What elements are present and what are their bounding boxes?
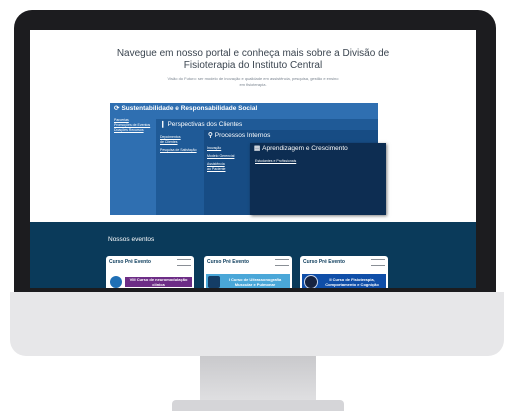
link-inovacao[interactable]: Inovação [207,146,234,151]
sustentabilidade-links: Parcerias Promoções de Eventos Doações R… [114,118,150,133]
institute-logo-icon [275,258,289,266]
panel-clientes-title: Perspectivas dos Clientes [167,121,243,128]
event-card[interactable]: Curso Pré Evento II Curso de Fisioterapi… [300,256,388,288]
link-estudantes-profissionais[interactable]: Estudantes e Profissionais [255,159,296,164]
panel-aprendizagem: ▤ Aprendizagem e Crescimento Estudantes e… [250,143,386,215]
clientes-links: Depoimentos de Clientes Pesquisa de Sati… [160,135,197,153]
link-de-clientes[interactable]: de Clientes [160,140,197,145]
event-card-header: Curso Pré Evento [300,256,388,268]
monitor-stand [200,356,316,404]
event-logo-icon [304,275,318,288]
processos-links: Inovação Modelo Gerencial Assistência ao… [207,146,234,172]
event-card-title: Curso Pré Evento [303,259,345,265]
event-banner: II Curso de Fisioterapia, Comportamento … [302,274,386,288]
vision-statement: Visão do Futuro: ser modelo de inovação … [130,76,376,88]
institute-logo-icon [371,258,385,266]
page-title-line-2: Fisioterapia do Instituto Central [183,60,323,71]
monitor-chin [10,292,504,356]
event-card-title: Curso Pré Evento [207,259,249,265]
event-banner: I Curso de Ultrassonografia Muscular e P… [206,274,290,288]
event-banner-text: I Curso de Ultrassonografia Muscular e P… [228,277,282,287]
panel-processos-header: ⚲ Processos Internos [204,130,378,141]
panel-aprendizagem-title: Aprendizagem e Crescimento [262,145,348,152]
page-title: Navegue em nosso portal e conheça mais s… [30,48,476,72]
panel-processos-title: Processos Internos [214,132,271,139]
ultrasound-probe-icon [208,276,220,288]
person-icon: ❙ [160,121,166,128]
panel-sustentabilidade-header: ⟳ Sustentabilidade e Responsabilidade Soc… [110,103,378,114]
vision-statement-line-2: em fisioterapia. [239,82,267,87]
panel-clientes-header: ❙ Perspectivas dos Clientes [156,119,378,130]
event-card[interactable]: Curso Pré Evento VIII Curso de neuromodu… [106,256,194,288]
institute-logo-icon [177,258,191,266]
link-modelo-gerencial[interactable]: Modelo Gerencial [207,154,234,159]
vision-statement-line-1: Visão do Futuro: ser modelo de inovação … [167,76,339,81]
link-doacoes-recursos[interactable]: Doações Recursos [114,128,150,133]
link-ao-paciente[interactable]: ao Paciente [207,167,234,172]
page-title-line-1: Navegue em nosso portal e conheça mais s… [116,48,390,59]
link-pesquisa-satisfacao[interactable]: Pesquisa de Satisfação [160,148,197,153]
lightbulb-icon: ⚲ [208,132,213,139]
panel-sustentabilidade-title: Sustentabilidade e Responsabilidade Soci… [121,105,258,112]
event-logo-icon [110,276,122,288]
refresh-icon: ⟳ [114,105,120,112]
panel-aprendizagem-header: ▤ Aprendizagem e Crescimento [250,143,386,154]
event-card-title: Curso Pré Evento [109,259,151,265]
aprendizagem-links: Estudantes e Profissionais [255,159,296,164]
monitor-base [172,400,344,411]
events-section: Nossos eventos Curso Pré Evento VIII Cur… [30,222,476,288]
event-card-header: Curso Pré Evento [106,256,194,268]
event-banner-text: II Curso de Fisioterapia, Comportamento … [325,277,379,287]
book-icon: ▤ [254,145,261,152]
event-card[interactable]: Curso Pré Evento I Curso de Ultrassonogr… [204,256,292,288]
event-banner-text: VIII Curso de neuromodulação clínica [125,277,192,287]
website-screen: Navegue em nosso portal e conheça mais s… [30,30,476,288]
event-banner: VIII Curso de neuromodulação clínica [108,274,192,288]
event-card-header: Curso Pré Evento [204,256,292,268]
events-title: Nossos eventos [108,236,155,243]
